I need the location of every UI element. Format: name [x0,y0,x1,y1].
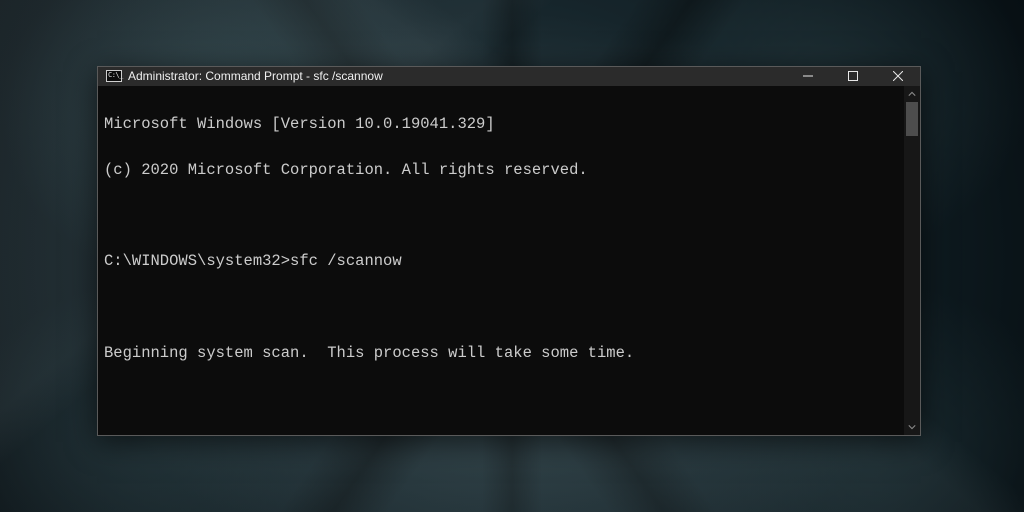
window-title: Administrator: Command Prompt - sfc /sca… [128,69,785,83]
terminal-blank-line [104,296,912,319]
terminal-line: Microsoft Windows [Version 10.0.19041.32… [104,113,912,136]
terminal-output[interactable]: Microsoft Windows [Version 10.0.19041.32… [98,86,920,435]
scroll-track[interactable] [904,102,920,419]
maximize-button[interactable] [830,67,875,86]
terminal-blank-line [104,205,912,228]
cmd-icon [106,70,122,82]
minimize-button[interactable] [785,67,830,86]
scroll-thumb[interactable] [906,102,918,136]
close-icon [893,71,903,81]
terminal-line: Beginning verification phase of system s… [104,434,912,435]
minimize-icon [803,71,813,81]
scroll-up-button[interactable] [904,86,920,102]
titlebar[interactable]: Administrator: Command Prompt - sfc /sca… [98,67,920,86]
scroll-down-button[interactable] [904,419,920,435]
window-controls [785,67,920,86]
prompt-prefix: C:\WINDOWS\system32> [104,252,290,270]
terminal-blank-line [104,388,912,411]
chevron-up-icon [908,90,916,98]
vertical-scrollbar[interactable] [904,86,920,435]
entered-command: sfc /scannow [290,252,402,270]
terminal-line: (c) 2020 Microsoft Corporation. All righ… [104,159,912,182]
maximize-icon [848,71,858,81]
command-prompt-window: Administrator: Command Prompt - sfc /sca… [97,66,921,436]
terminal-prompt-line: C:\WINDOWS\system32>sfc /scannow [104,250,912,273]
terminal-line: Beginning system scan. This process will… [104,342,912,365]
close-button[interactable] [875,67,920,86]
chevron-down-icon [908,423,916,431]
